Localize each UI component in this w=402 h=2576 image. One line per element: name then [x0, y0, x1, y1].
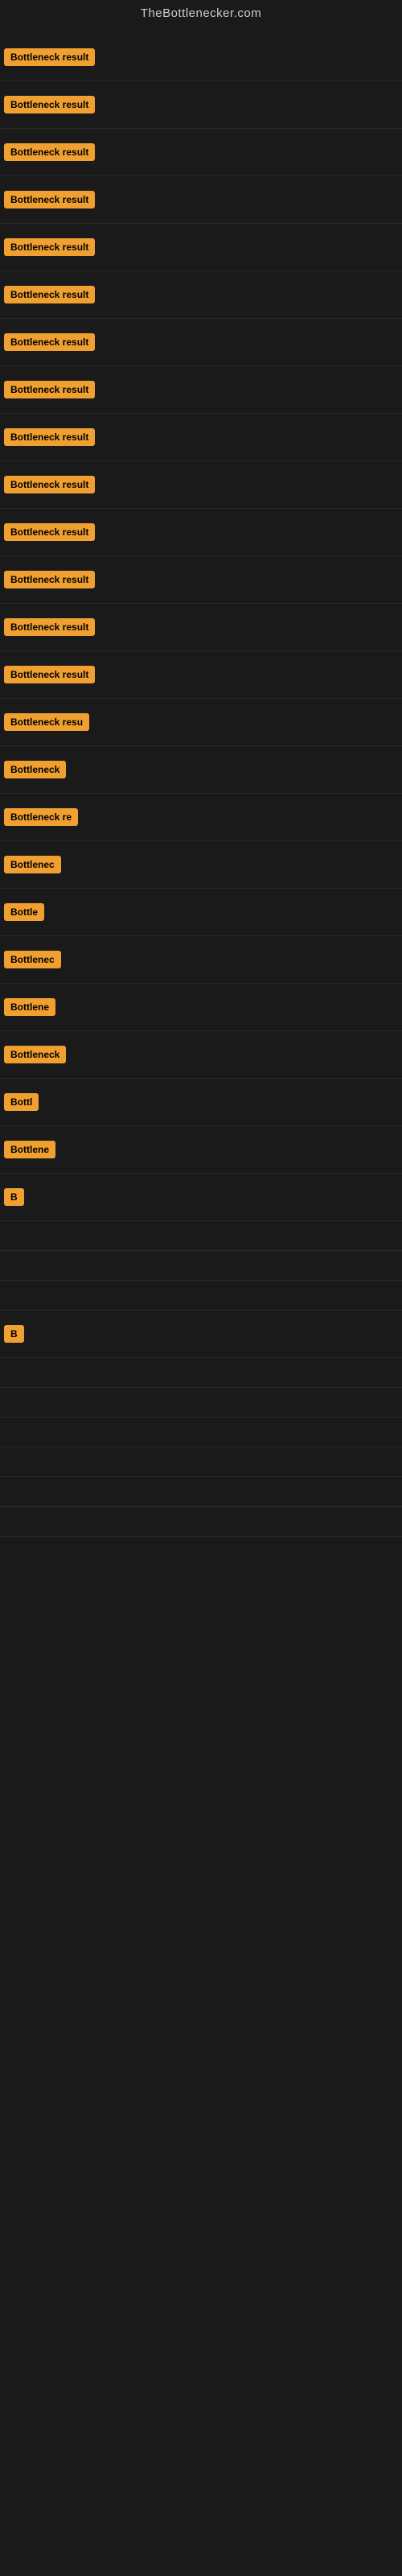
bottleneck-badge[interactable]: Bottlenec: [4, 951, 61, 968]
items-container: Bottleneck result Bottleneck result Bottle…: [0, 30, 402, 1537]
list-item: Bottleneck result: [0, 319, 402, 366]
list-item: Bottleneck: [0, 746, 402, 794]
bottleneck-badge[interactable]: Bottleneck result: [4, 618, 95, 636]
list-item: [0, 1388, 402, 1418]
list-item: Bottlene: [0, 984, 402, 1031]
list-item: Bottleneck result: [0, 271, 402, 319]
list-item: Bottleneck resu: [0, 699, 402, 746]
bottleneck-badge[interactable]: Bottlene: [4, 1141, 55, 1158]
bottleneck-badge[interactable]: Bottle: [4, 903, 44, 921]
site-header: TheBottlenecker.com: [0, 0, 402, 30]
bottleneck-badge[interactable]: Bottleneck re: [4, 808, 78, 826]
bottleneck-badge[interactable]: Bottleneck result: [4, 238, 95, 256]
bottleneck-badge[interactable]: B: [4, 1188, 24, 1206]
bottleneck-badge[interactable]: Bottleneck result: [4, 96, 95, 114]
bottleneck-badge[interactable]: Bottleneck result: [4, 666, 95, 683]
list-item: Bottleneck result: [0, 34, 402, 81]
bottleneck-badge[interactable]: Bottleneck result: [4, 48, 95, 66]
site-title: TheBottlenecker.com: [141, 6, 261, 20]
bottleneck-badge[interactable]: Bottleneck result: [4, 286, 95, 303]
list-item: [0, 1477, 402, 1507]
list-item: Bottleneck result: [0, 224, 402, 271]
list-item: [0, 1281, 402, 1311]
list-item: [0, 1251, 402, 1281]
bottleneck-badge[interactable]: Bottleneck result: [4, 191, 95, 208]
list-item: [0, 1507, 402, 1537]
list-item: [0, 1418, 402, 1447]
bottleneck-badge[interactable]: Bottleneck resu: [4, 713, 89, 731]
list-item: Bottleneck result: [0, 366, 402, 414]
list-item: Bottleneck result: [0, 129, 402, 176]
bottleneck-badge[interactable]: Bottleneck result: [4, 428, 95, 446]
list-item: B: [0, 1311, 402, 1358]
list-item: [0, 1221, 402, 1251]
bottleneck-badge[interactable]: Bottleneck: [4, 1046, 66, 1063]
list-item: Bottleneck: [0, 1031, 402, 1079]
bottleneck-badge[interactable]: Bottlenec: [4, 856, 61, 873]
list-item: Bottleneck result: [0, 176, 402, 224]
list-item: [0, 1447, 402, 1477]
list-item: B: [0, 1174, 402, 1221]
bottleneck-badge[interactable]: Bottleneck result: [4, 523, 95, 541]
bottleneck-badge[interactable]: Bottleneck result: [4, 143, 95, 161]
list-item: Bottleneck result: [0, 414, 402, 461]
bottleneck-badge[interactable]: Bottlene: [4, 998, 55, 1016]
list-item: Bottleneck result: [0, 604, 402, 651]
list-item: [0, 1358, 402, 1388]
list-item: Bottleneck re: [0, 794, 402, 841]
list-item: Bottleneck result: [0, 509, 402, 556]
list-item: Bottl: [0, 1079, 402, 1126]
list-item: Bottleneck result: [0, 461, 402, 509]
list-item: Bottleneck result: [0, 81, 402, 129]
bottleneck-badge[interactable]: Bottl: [4, 1093, 39, 1111]
bottleneck-badge[interactable]: Bottleneck result: [4, 381, 95, 398]
list-item: Bottleneck result: [0, 651, 402, 699]
bottleneck-badge[interactable]: Bottleneck result: [4, 571, 95, 588]
list-item: Bottleneck result: [0, 556, 402, 604]
bottleneck-badge[interactable]: Bottleneck result: [4, 476, 95, 493]
list-item: Bottlene: [0, 1126, 402, 1174]
bottleneck-badge[interactable]: Bottleneck: [4, 761, 66, 778]
bottleneck-badge[interactable]: B: [4, 1325, 24, 1343]
list-item: Bottle: [0, 889, 402, 936]
bottleneck-badge[interactable]: Bottleneck result: [4, 333, 95, 351]
list-item: Bottlenec: [0, 841, 402, 889]
list-item: Bottlenec: [0, 936, 402, 984]
